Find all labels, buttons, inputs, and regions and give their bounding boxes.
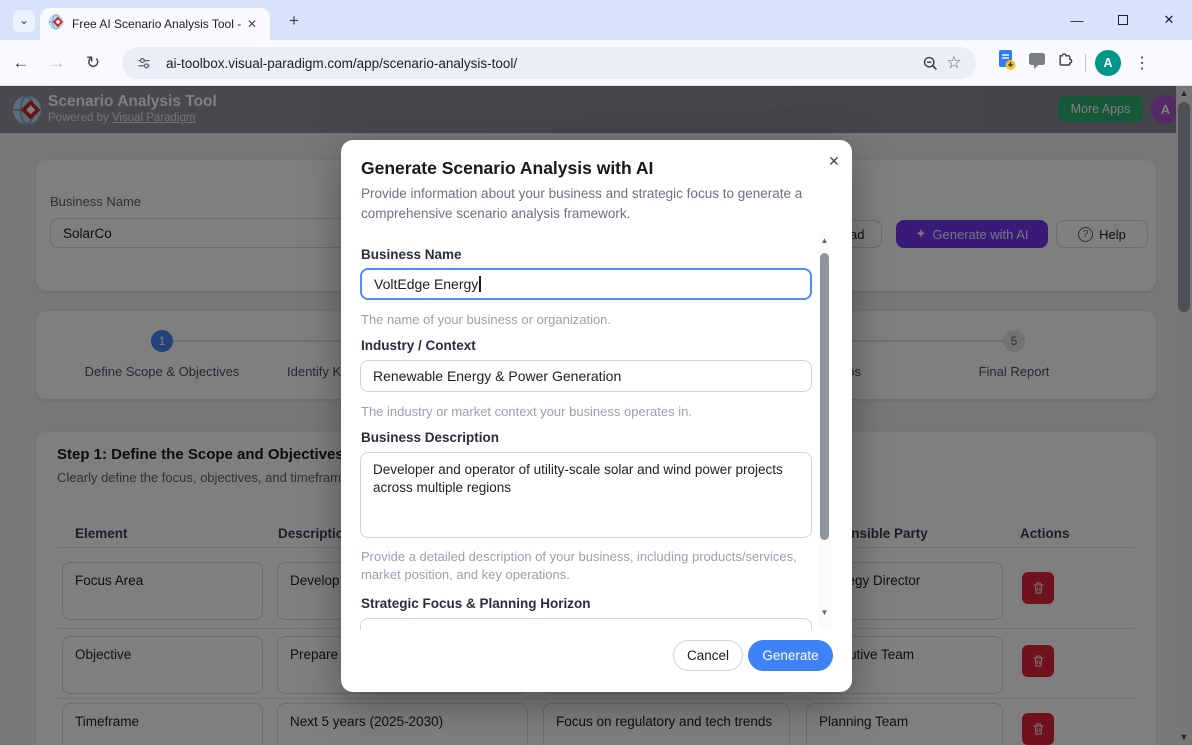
tab-title: Free AI Scenario Analysis Tool -: [72, 17, 242, 31]
url-text[interactable]: ai-toolbox.visual-paradigm.com/app/scena…: [166, 56, 918, 71]
browser-profile-avatar[interactable]: A: [1095, 49, 1121, 76]
tab-close-icon[interactable]: ✕: [242, 15, 262, 33]
modal-form: Business Name VoltEdge Energy The name o…: [341, 232, 852, 630]
browser-tab[interactable]: Free AI Scenario Analysis Tool - ✕: [40, 8, 270, 40]
forward-icon[interactable]: →: [42, 48, 72, 78]
modal-close-icon[interactable]: ✕: [823, 150, 845, 172]
modal-description-helper: Provide a detailed description of your b…: [361, 549, 797, 582]
site-info-icon[interactable]: [132, 51, 156, 75]
modal-industry-label: Industry / Context: [361, 338, 476, 353]
modal-business-name-input[interactable]: VoltEdge Energy: [360, 268, 812, 300]
generate-button[interactable]: Generate: [748, 640, 833, 671]
cancel-button[interactable]: Cancel: [673, 640, 743, 671]
modal-scroll-down-icon[interactable]: ▼: [818, 608, 831, 617]
menu-dots-icon[interactable]: ⋮: [1130, 53, 1154, 73]
browser-toolbar: ← → ↻ ai-toolbox.visual-paradigm.com/app…: [0, 40, 1192, 86]
tab-favicon: [48, 13, 64, 35]
modal-subtitle: Provide information about your business …: [361, 186, 803, 221]
address-bar[interactable]: ai-toolbox.visual-paradigm.com/app/scena…: [122, 47, 976, 79]
modal-scroll-up-icon[interactable]: ▲: [818, 236, 831, 245]
minimize-icon[interactable]: —: [1054, 0, 1100, 40]
document-extension-icon[interactable]: [996, 48, 1018, 77]
modal-description-textarea[interactable]: Developer and operator of utility-scale …: [360, 452, 812, 538]
browser-window: ⌄ Free AI Scenario Analysis Tool - ✕ + —…: [0, 0, 1192, 745]
page-content: Scenario Analysis Tool Powered by Visual…: [0, 86, 1192, 745]
modal-title: Generate Scenario Analysis with AI: [361, 158, 654, 178]
chevron-down-icon[interactable]: ⌄: [13, 10, 35, 32]
back-icon[interactable]: ←: [6, 48, 36, 78]
generate-ai-modal: ✕ Generate Scenario Analysis with AI Pro…: [341, 140, 852, 692]
tab-strip: ⌄ Free AI Scenario Analysis Tool - ✕ + —…: [0, 0, 1192, 40]
modal-strategic-label: Strategic Focus & Planning Horizon: [361, 596, 591, 611]
modal-business-name-label: Business Name: [361, 247, 462, 262]
extensions-puzzle-icon[interactable]: [1056, 50, 1076, 75]
modal-strategic-input[interactable]: [360, 618, 812, 630]
bookmark-star-icon[interactable]: ☆: [942, 51, 966, 75]
maximize-icon[interactable]: [1100, 0, 1146, 40]
new-tab-icon[interactable]: +: [282, 10, 306, 34]
zoom-icon[interactable]: [918, 51, 942, 75]
modal-description-label: Business Description: [361, 430, 500, 445]
chat-extension-icon[interactable]: [1027, 50, 1047, 75]
modal-business-name-helper: The name of your business or organizatio…: [361, 312, 612, 327]
modal-industry-helper: The industry or market context your busi…: [361, 404, 692, 419]
reload-icon[interactable]: ↻: [78, 48, 108, 78]
modal-industry-input[interactable]: [360, 360, 812, 392]
window-close-icon[interactable]: ✕: [1146, 0, 1192, 40]
text-caret: [479, 276, 481, 292]
toolbar-divider: [1085, 53, 1086, 72]
modal-scrollbar-thumb[interactable]: [820, 253, 829, 540]
